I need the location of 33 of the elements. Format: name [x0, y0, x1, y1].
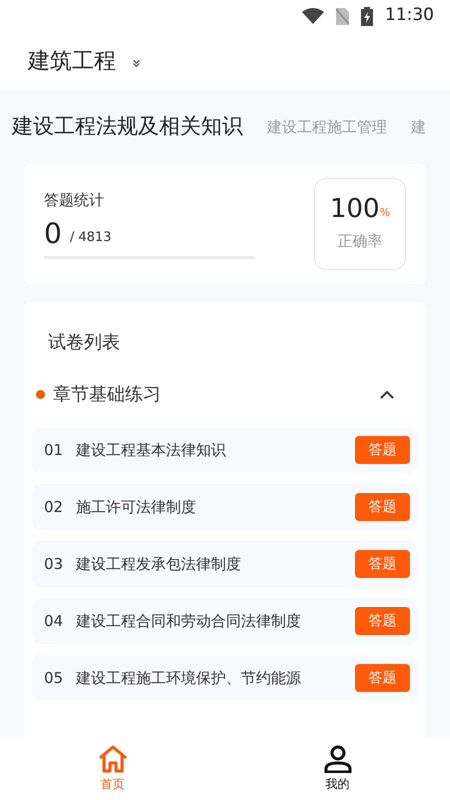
no-sim-icon	[336, 8, 349, 24]
chapter-title: 建设工程发承包法律制度	[76, 554, 242, 575]
wifi-icon	[302, 8, 324, 24]
home-icon	[98, 744, 128, 772]
person-icon	[324, 744, 352, 772]
chapter-row[interactable]: 01 建设工程基本法律知识 答题	[32, 427, 418, 473]
category-toggle[interactable]: »	[129, 58, 144, 68]
chapter-title: 建设工程施工环境保护、节约能源	[76, 668, 302, 689]
chapter-number: 02	[44, 496, 64, 518]
section-header[interactable]: 章节基础练习	[32, 374, 418, 414]
chapter-row[interactable]: 04 建设工程合同和劳动合同法律制度 答题	[32, 598, 418, 644]
chapter-row[interactable]: 02 施工许可法律制度 答题	[32, 484, 418, 530]
chapter-title: 建设工程基本法律知识	[76, 440, 227, 461]
accuracy-value: 100	[330, 196, 380, 222]
chapter-row[interactable]: 03 建设工程发承包法律制度 答题	[32, 541, 418, 587]
percent-sign: %	[380, 205, 390, 222]
accuracy-label: 正确率	[338, 230, 382, 252]
chapter-number: 03	[44, 554, 64, 575]
battery-charging-icon	[361, 6, 373, 26]
chapter-number: 05	[44, 668, 64, 689]
chapter-number: 04	[44, 610, 64, 632]
list-title: 试卷列表	[48, 330, 120, 354]
stats-title: 答题统计	[44, 190, 105, 212]
total-count: / 4813	[70, 229, 112, 248]
chapter-title: 施工许可法律制度	[76, 496, 197, 518]
answered-count: 0	[44, 220, 62, 248]
chapter-row[interactable]: 05 建设工程施工环境保护、节约能源 答题	[32, 655, 418, 701]
chapter-number: 01	[44, 440, 64, 461]
subject-tab[interactable]: 建设工程法规及相关知识	[12, 111, 243, 143]
clock-time: 11:30	[385, 4, 434, 28]
chapter-title: 建设工程合同和劳动合同法律制度	[76, 610, 302, 632]
header-title: 建筑工程	[28, 48, 116, 76]
nav-tab[interactable]: 我的	[225, 737, 450, 800]
